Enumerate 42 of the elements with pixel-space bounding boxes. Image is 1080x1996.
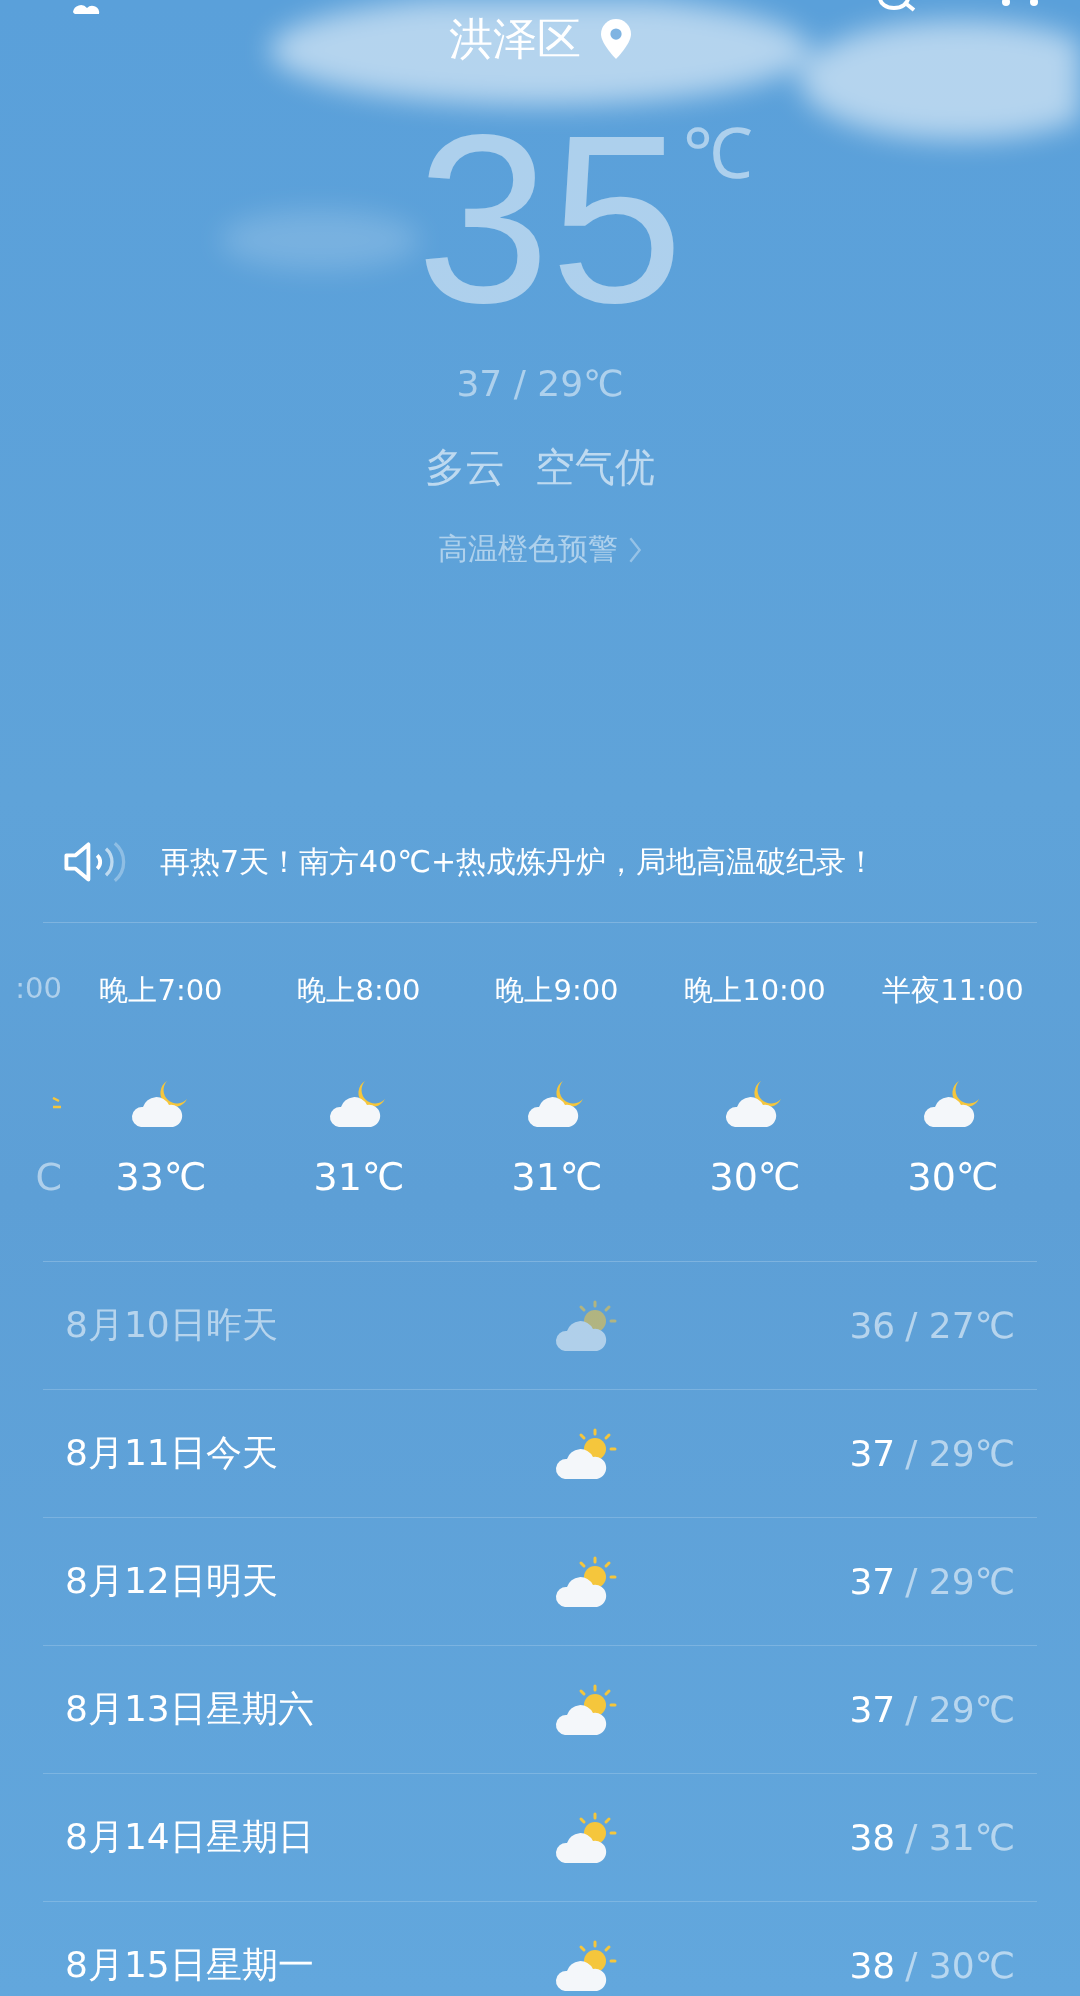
- hour-temperature: C: [35, 1155, 62, 1199]
- day-high-temperature: 38: [849, 1945, 896, 1986]
- day-low-temperature: / 27℃: [905, 1305, 1015, 1346]
- day-low-temperature: / 30℃: [905, 1945, 1015, 1986]
- hour-time: 晚上8:00: [297, 972, 421, 1009]
- hour-time: 晚上7:00: [99, 972, 223, 1009]
- hour-temperature: 31℃: [313, 1155, 405, 1199]
- day-high-temperature: 37: [849, 1433, 896, 1474]
- day-high-temperature: 37: [849, 1689, 896, 1730]
- day-high-temperature: 37: [849, 1561, 896, 1602]
- day-date: 8月10日昨天: [65, 1303, 279, 1347]
- hour-time: :00: [15, 971, 62, 1007]
- day-low-temperature: / 29℃: [905, 1561, 1015, 1602]
- hour-temperature: 30℃: [907, 1155, 999, 1199]
- hour-temperature: 31℃: [511, 1155, 603, 1199]
- temperature-unit: ℃: [683, 119, 754, 195]
- hour-time: 半夜11:00: [882, 972, 1024, 1009]
- day-date: 8月12日明天: [65, 1559, 279, 1603]
- city-name[interactable]: 洪泽区: [449, 9, 581, 69]
- day-low-temperature: / 29℃: [905, 1689, 1015, 1730]
- current-temperature: 35: [416, 119, 684, 319]
- weather-condition: 多云: [425, 443, 505, 492]
- day-date: 8月11日今天: [65, 1431, 279, 1475]
- day-date: 8月15日星期一: [65, 1943, 315, 1987]
- chevron-right-icon: [628, 535, 642, 564]
- hour-temperature: 30℃: [709, 1155, 801, 1199]
- speaker-icon[interactable]: [62, 840, 128, 884]
- day-low-temperature: / 29℃: [905, 1433, 1015, 1474]
- hour-time: 晚上9:00: [495, 972, 619, 1009]
- day-low-temperature: / 31℃: [905, 1817, 1015, 1858]
- hour-temperature: 33℃: [115, 1155, 207, 1199]
- news-headline[interactable]: 再热7天！南方40℃+热成炼丹炉，局地高温破纪录！: [160, 841, 877, 883]
- day-date: 8月13日星期六: [65, 1687, 315, 1731]
- air-quality: 空气优: [535, 443, 655, 492]
- hour-time: 晚上10:00: [684, 972, 826, 1009]
- heat-warning-link[interactable]: 高温橙色预警: [0, 529, 1080, 570]
- location-pin-icon: [601, 19, 631, 59]
- sun-icon: [52, 1097, 62, 1109]
- day-high-temperature: 36: [849, 1305, 896, 1346]
- temperature-range: 37 / 29℃: [455, 363, 625, 404]
- day-high-temperature: 38: [849, 1817, 896, 1858]
- day-date: 8月14日星期日: [65, 1815, 315, 1859]
